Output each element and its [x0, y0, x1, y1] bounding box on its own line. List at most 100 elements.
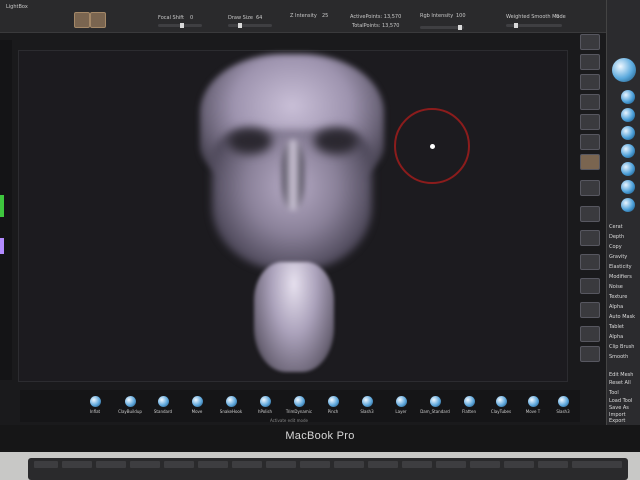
aahalf-tool[interactable]	[580, 94, 600, 110]
brush-sphere-icon[interactable]	[621, 162, 635, 176]
top-toolbar: LightBox Focal Shift 0 Draw Size 64 Z In…	[0, 0, 606, 33]
color-swatch-green[interactable]	[0, 195, 4, 217]
key	[198, 461, 228, 468]
palette-item-4[interactable]: Elasticity	[609, 264, 632, 270]
brush-sphere-icon	[293, 396, 305, 407]
actual-tool[interactable]	[580, 74, 600, 90]
brush-item-7[interactable]: Pinch	[318, 396, 348, 414]
brush-sphere-icon[interactable]	[621, 198, 635, 212]
focal-shift-label: Focal Shift	[158, 15, 184, 21]
palette-item-9[interactable]: Auto Mask	[609, 314, 635, 320]
zoom-tool[interactable]	[580, 54, 600, 70]
solo-tool[interactable]	[580, 346, 600, 362]
palette-item-11[interactable]: Alpha	[609, 334, 623, 340]
draw-size-slider[interactable]	[228, 23, 272, 28]
brush-sphere-icon[interactable]	[621, 144, 635, 158]
palette-item-6[interactable]: Noise	[609, 284, 623, 290]
floor-tool[interactable]	[580, 134, 600, 150]
palette-bottom-6[interactable]: Export	[609, 418, 625, 424]
brush-sphere-icon	[259, 396, 271, 407]
persp-tool[interactable]	[580, 114, 600, 130]
brush-item-2[interactable]: Standard	[148, 396, 178, 414]
current-tool-sphere-icon[interactable]	[612, 58, 636, 82]
brush-item-1[interactable]: ClayBuildup	[115, 396, 145, 414]
palette-item-0[interactable]: Cerat	[609, 224, 623, 230]
palette-bottom-1[interactable]: Reset All	[609, 380, 631, 386]
brush-item-5[interactable]: hPolish	[250, 396, 280, 414]
brush-sphere-icon	[191, 396, 203, 407]
draw-mode-button[interactable]	[90, 12, 106, 28]
status-text: Activate edit mode	[270, 418, 308, 423]
key	[402, 461, 432, 468]
palette-item-8[interactable]: Alpha	[609, 304, 623, 310]
brush-item-6[interactable]: TrimDynamic	[284, 396, 314, 414]
brush-item-8[interactable]: Slash3	[352, 396, 382, 414]
palette-item-10[interactable]: Tablet	[609, 324, 624, 330]
scroll-tool[interactable]	[580, 34, 600, 50]
key	[538, 461, 568, 468]
brush-sphere-icon	[157, 396, 169, 407]
brush-item-0[interactable]: Inflat	[80, 396, 110, 414]
key	[300, 461, 330, 468]
focal-shift-slider[interactable]	[158, 23, 202, 28]
brush-item-10[interactable]: Dam_Standard	[420, 396, 450, 414]
local-tool[interactable]	[580, 154, 600, 170]
rgb-intensity-label: Rgb Intensity	[420, 13, 454, 19]
brush-sphere-icon	[327, 396, 339, 407]
palette-item-5[interactable]: Modifiers	[609, 274, 632, 280]
rgb-intensity-slider[interactable]	[420, 25, 464, 30]
brush-item-12[interactable]: ClayTubes	[486, 396, 516, 414]
xyz-tool[interactable]	[580, 180, 600, 196]
polyf-tool[interactable]	[580, 302, 600, 318]
brush-sphere-icon	[495, 396, 507, 407]
frame-tool[interactable]	[580, 206, 600, 222]
key	[334, 461, 364, 468]
sculpt-eye-right	[314, 128, 358, 154]
brush-item-13[interactable]: Move T	[518, 396, 548, 414]
weighted-smooth-slider[interactable]	[506, 23, 562, 28]
palette-bottom-0[interactable]: Edit Mesh	[609, 372, 633, 378]
lightbox-button[interactable]: LightBox	[6, 4, 28, 10]
palette-item-7[interactable]: Texture	[609, 294, 627, 300]
key	[368, 461, 398, 468]
scale-tool[interactable]	[580, 254, 600, 270]
right-tool-shelf	[574, 30, 606, 370]
edit-mode-button[interactable]	[74, 12, 90, 28]
palette-bottom-2[interactable]: Tool	[609, 390, 619, 396]
key	[266, 461, 296, 468]
brush-item-4[interactable]: SnakeHook	[216, 396, 246, 414]
brush-sphere-icon	[89, 396, 101, 407]
brush-sphere-icon[interactable]	[621, 90, 635, 104]
brush-sphere-icon	[557, 396, 569, 407]
brush-sphere-icon[interactable]	[621, 180, 635, 194]
move-tool[interactable]	[580, 230, 600, 246]
key	[232, 461, 262, 468]
transp-tool[interactable]	[580, 326, 600, 342]
palette-item-12[interactable]: Clip Brush	[609, 344, 634, 350]
key	[470, 461, 500, 468]
palette-item-3[interactable]: Gravity	[609, 254, 627, 260]
palette-item-2[interactable]: Copy	[609, 244, 622, 250]
brush-item-14[interactable]: Slash3	[548, 396, 578, 414]
brush-sphere-icon	[527, 396, 539, 407]
brush-sphere-icon	[395, 396, 407, 407]
rotate-tool[interactable]	[580, 278, 600, 294]
brush-sphere-icon[interactable]	[621, 108, 635, 122]
brush-sphere-icon[interactable]	[621, 126, 635, 140]
active-points-readout: ActivePoints: 13,570	[350, 14, 402, 20]
sculpt-neck	[254, 262, 334, 372]
z-intensity-value: 25	[322, 13, 329, 19]
brush-item-11[interactable]: Flatten	[454, 396, 484, 414]
laptop-screen: LightBox Focal Shift 0 Draw Size 64 Z In…	[0, 0, 640, 425]
palette-item-1[interactable]: Depth	[609, 234, 624, 240]
key	[34, 461, 58, 468]
color-swatch-purple[interactable]	[0, 238, 4, 254]
palette-bottom-4[interactable]: Save As	[609, 405, 629, 411]
weighted-smooth-value: 0	[556, 14, 560, 20]
key	[504, 461, 534, 468]
palette-bottom-3[interactable]: Load Tool	[609, 398, 632, 404]
rgb-intensity-value: 100	[456, 13, 466, 19]
brush-item-9[interactable]: Layer	[386, 396, 416, 414]
brush-item-3[interactable]: Move	[182, 396, 212, 414]
palette-item-13[interactable]: Smooth	[609, 354, 628, 360]
